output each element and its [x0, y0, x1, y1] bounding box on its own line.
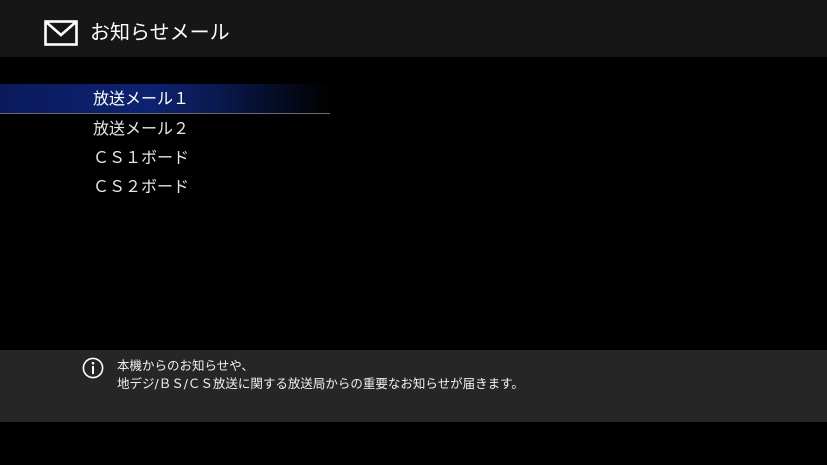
- mail-icon: [44, 20, 78, 46]
- menu-item-broadcast-mail-1[interactable]: 放送メール１: [0, 84, 330, 114]
- info-message: 本機からのお知らせや、 地デジ/ＢＳ/ＣＳ放送に関する放送局からの重要なお知らせ…: [117, 357, 524, 393]
- menu-item-label: ＣＳ１ボード: [93, 148, 190, 167]
- mail-notification-screen: お知らせメール 放送メール１ 放送メール２ ＣＳ１ボード ＣＳ２ボード 本機から…: [0, 0, 827, 465]
- menu-item-label: 放送メール２: [93, 119, 190, 138]
- menu-item-cs1-board[interactable]: ＣＳ１ボード: [0, 143, 330, 172]
- page-title: お知らせメール: [90, 20, 230, 44]
- mail-category-list: 放送メール１ 放送メール２ ＣＳ１ボード ＣＳ２ボード: [0, 84, 330, 201]
- menu-item-cs2-board[interactable]: ＣＳ２ボード: [0, 172, 330, 201]
- menu-item-broadcast-mail-2[interactable]: 放送メール２: [0, 114, 330, 143]
- info-icon: [82, 357, 104, 379]
- menu-item-label: 放送メール１: [93, 89, 190, 108]
- info-bar: 本機からのお知らせや、 地デジ/ＢＳ/ＣＳ放送に関する放送局からの重要なお知らせ…: [0, 350, 827, 422]
- menu-item-label: ＣＳ２ボード: [93, 177, 190, 196]
- info-message-line-2: 地デジ/ＢＳ/ＣＳ放送に関する放送局からの重要なお知らせが届きます。: [117, 376, 524, 391]
- info-message-line-1: 本機からのお知らせや、: [117, 358, 254, 373]
- header-bar: お知らせメール: [0, 0, 827, 57]
